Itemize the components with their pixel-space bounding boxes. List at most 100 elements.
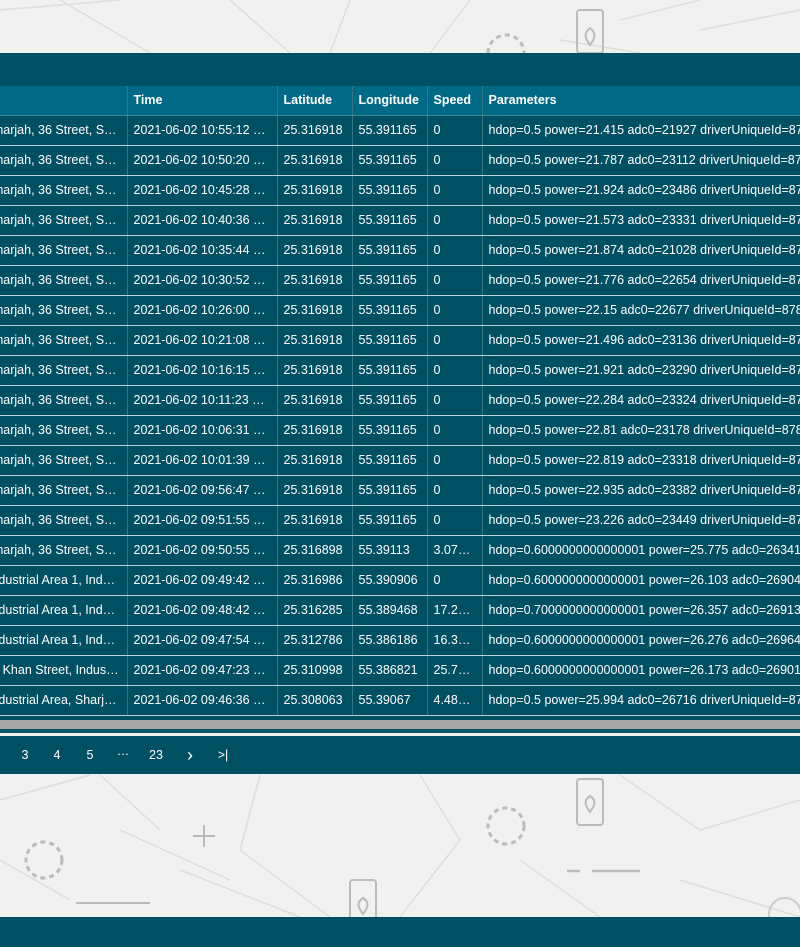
positions-table: Time Latitude Longitude Speed Parameters… [0,86,800,716]
cell-address: Sharjah, 36 Street, Sharjah, United Arab… [0,265,128,296]
cell-parameters: hdop=0.5 power=21.573 adc0=23331 driverU… [482,205,800,236]
page-button-23[interactable]: 23 [145,736,167,774]
cell-latitude: 25.316285 [277,595,353,626]
cell-longitude: 55.39113 [352,535,428,566]
cell-speed: 0 [427,205,483,236]
cell-speed: 0 [427,415,483,446]
cell-latitude: 25.316918 [277,355,353,386]
cell-address: Sharjah, 36 Street, Sharjah, United Arab… [0,355,128,386]
table-row[interactable]: Sharjah, 36 Street, Sharjah, United Arab… [0,265,800,296]
page-button-3[interactable]: 3 [18,736,32,774]
column-header-speed[interactable]: Speed [427,86,483,116]
cell-parameters: hdop=0.5 power=21.415 adc0=21927 driverU… [482,115,800,146]
cell-parameters: hdop=0.5 power=21.787 adc0=23112 driverU… [482,145,800,176]
cell-address: Industrial Area 1, Industrial Area, Shar… [0,595,128,626]
cell-speed: 0 [427,115,483,146]
cell-longitude: 55.391165 [352,295,428,326]
table-row[interactable]: Industrial Area 1, Industrial Area, Shar… [0,625,800,656]
page-button-5[interactable]: 5 [83,736,97,774]
cell-time: 2021-06-02 10:30:52 PM [127,265,278,296]
cell-time: 2021-06-02 10:16:15 PM [127,355,278,386]
table-row[interactable]: Sharjah, 36 Street, Sharjah, United Arab… [0,415,800,446]
cell-address: Sharjah, 36 Street, Sharjah, United Arab… [0,505,128,536]
cell-latitude: 25.316918 [277,295,353,326]
column-header-time[interactable]: Time [127,86,278,116]
cell-time: 2021-06-02 10:06:31 PM [127,415,278,446]
cell-address: Industrial Area, Sharjah, Sharjah [0,685,128,716]
cell-speed: 0 [427,295,483,326]
cell-speed: 16.36… [427,625,483,656]
cell-parameters: hdop=0.5 power=21.496 adc0=23136 driverU… [482,325,800,356]
cell-time: 2021-06-02 09:48:42 PM [127,595,278,626]
cell-speed: 0 [427,145,483,176]
cell-latitude: 25.316918 [277,445,353,476]
cell-time: 2021-06-02 10:11:23 PM [127,385,278,416]
table-row[interactable]: Sharjah, 36 Street, Sharjah, United Arab… [0,475,800,506]
table-row[interactable]: Sharjah, 36 Street, Sharjah, United Arab… [0,325,800,356]
last-page-icon[interactable]: >| [212,736,234,774]
cell-latitude: 25.316918 [277,115,353,146]
cell-longitude: 55.390906 [352,565,428,596]
next-page-icon[interactable]: › [180,736,200,774]
cell-latitude: 25.310998 [277,655,353,686]
table-row[interactable]: Sharjah, 36 Street, Sharjah, United Arab… [0,205,800,236]
cell-parameters: hdop=0.6000000000000001 power=26.276 adc… [482,625,800,656]
table-row[interactable]: Sharjah, 36 Street, Sharjah, United Arab… [0,355,800,386]
cell-latitude: 25.316986 [277,565,353,596]
table-row[interactable]: Industrial Area, Sharjah, Sharjah2021-06… [0,685,800,716]
table-body: Sharjah, 36 Street, Sharjah, United Arab… [0,115,800,716]
map-pin-phone-icon [349,879,377,917]
cell-parameters: hdop=0.5 power=21.776 adc0=22654 driverU… [482,265,800,296]
table-row[interactable]: Al Khan Street, Industrial Area, Sharjah… [0,655,800,686]
cell-parameters: hdop=0.5 power=21.921 adc0=23290 driverU… [482,355,800,386]
table-row[interactable]: Sharjah, 36 Street, Sharjah, United Arab… [0,535,800,566]
table-header-row: Time Latitude Longitude Speed Parameters [0,86,800,116]
horizontal-scrollbar[interactable] [0,716,800,733]
cell-latitude: 25.316918 [277,265,353,296]
cell-speed: 0 [427,385,483,416]
cell-longitude: 55.391165 [352,325,428,356]
table-row[interactable]: Industrial Area 1, Industrial Area, Shar… [0,565,800,596]
cell-time: 2021-06-02 09:49:42 PM [127,565,278,596]
cell-latitude: 25.312786 [277,625,353,656]
cell-parameters: hdop=0.5 power=23.226 adc0=23449 driverU… [482,505,800,536]
table-row[interactable]: Industrial Area 1, Industrial Area, Shar… [0,595,800,626]
table-row[interactable]: Sharjah, 36 Street, Sharjah, United Arab… [0,235,800,266]
cell-address: Industrial Area 1, Industrial Area, Shar… [0,625,128,656]
table-row[interactable]: Sharjah, 36 Street, Sharjah, United Arab… [0,445,800,476]
scrollbar-thumb[interactable] [0,720,800,729]
column-header-latitude[interactable]: Latitude [277,86,353,116]
cell-longitude: 55.391165 [352,385,428,416]
table-row[interactable]: Sharjah, 36 Street, Sharjah, United Arab… [0,145,800,176]
cell-parameters: hdop=0.6000000000000001 power=26.173 adc… [482,655,800,686]
cell-latitude: 25.316918 [277,205,353,236]
cell-time: 2021-06-02 10:21:08 PM [127,325,278,356]
cell-address: Sharjah, 36 Street, Sharjah, United Arab… [0,325,128,356]
dashed-circle-icon [486,806,526,846]
cell-address: Sharjah, 36 Street, Sharjah, United Arab… [0,205,128,236]
cell-speed: 25.75… [427,655,483,686]
page-ellipsis: … [116,744,130,758]
table-row[interactable]: Sharjah, 36 Street, Sharjah, United Arab… [0,505,800,536]
cell-address: Sharjah, 36 Street, Sharjah, United Arab… [0,235,128,266]
column-header-parameters[interactable]: Parameters [482,86,800,116]
cell-time: 2021-06-02 09:50:55 PM [127,535,278,566]
cell-speed: 0 [427,325,483,356]
column-header-address[interactable] [0,86,128,116]
cell-address: Sharjah, 36 Street, Sharjah, United Arab… [0,295,128,326]
cell-address: Sharjah, 36 Street, Sharjah, United Arab… [0,535,128,566]
cell-speed: 0 [427,175,483,206]
cell-time: 2021-06-02 09:46:36 PM [127,685,278,716]
table-row[interactable]: Sharjah, 36 Street, Sharjah, United Arab… [0,295,800,326]
cell-speed: 4.481… [427,685,483,716]
column-header-longitude[interactable]: Longitude [352,86,428,116]
table-row[interactable]: Sharjah, 36 Street, Sharjah, United Arab… [0,175,800,206]
bottom-bar [0,917,800,947]
table-row[interactable]: Sharjah, 36 Street, Sharjah, United Arab… [0,385,800,416]
positions-table-container[interactable]: Time Latitude Longitude Speed Parameters… [0,86,800,733]
cell-speed: 3.077… [427,535,483,566]
page-button-4[interactable]: 4 [50,736,64,774]
cell-latitude: 25.316898 [277,535,353,566]
table-row[interactable]: Sharjah, 36 Street, Sharjah, United Arab… [0,115,800,146]
cell-speed: 0 [427,355,483,386]
